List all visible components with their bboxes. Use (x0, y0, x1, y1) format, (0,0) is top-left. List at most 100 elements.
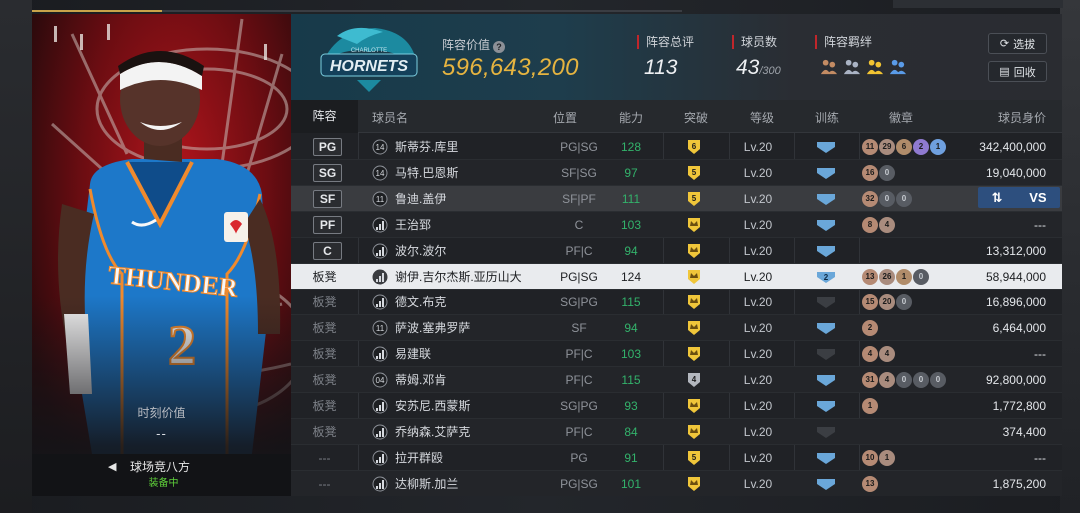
overall-label: 阵容总评 (637, 35, 694, 49)
badge-chip: 4 (879, 346, 895, 363)
training-icon[interactable] (815, 244, 837, 258)
training-icon[interactable] (815, 451, 837, 465)
slot-label: --- (318, 476, 331, 491)
badge-chip: 4 (862, 346, 878, 363)
badge-chip: 15 (862, 294, 878, 311)
training-icon[interactable] (815, 140, 837, 154)
help-icon[interactable]: ? (493, 41, 506, 53)
col-breakthrough[interactable]: 突破 (684, 109, 708, 126)
player-ability: 115 (621, 373, 641, 388)
table-row[interactable]: C 波尔.波尔 PF|C 94 Lv.20 13,312,000 (291, 238, 1062, 264)
table-row[interactable]: 板凳 04 蒂姆.邓肯 PF|C 115 4 Lv.20 31 4 0 0 0 92,800,000 (291, 367, 1062, 394)
top-right-button[interactable] (893, 0, 1063, 8)
table-row[interactable]: 板凳 安苏尼.西蒙斯 SG|PG 93 Lv.20 1 1,772,800 (291, 393, 1062, 419)
team-logo: HORNETS CHARLOTTE (320, 27, 418, 92)
table-row[interactable]: 板凳 11 萨波.塞弗罗萨 SF 94 Lv.20 2 6,464,000 (291, 315, 1062, 342)
badge-chip: 2 (862, 320, 878, 337)
table-row[interactable]: 板凳 德文.布克 SG|PG 115 Lv.20 15 20 0 16,896,000 (291, 289, 1062, 316)
training-icon[interactable]: 2 (815, 270, 837, 284)
badge-list[interactable]: 10 1 (862, 449, 896, 466)
breakthrough-shield-icon: 5 (688, 165, 700, 180)
col-training[interactable]: 训练 (815, 109, 839, 126)
table-row[interactable]: --- 拉开群殴 PG 91 5 Lv.20 10 1 --- (291, 445, 1062, 471)
col-badges[interactable]: 徽章 (889, 109, 913, 126)
vs-label: VS (1029, 190, 1047, 205)
bond-icon-bronze[interactable] (819, 57, 838, 76)
table-row[interactable]: 板凳 谢伊.吉尔杰斯.亚历山大 PG|SG 124 Lv.20 2 13 26 1 0 58,944… (291, 263, 1062, 290)
jersey-number-badge: 14 (372, 165, 388, 181)
player-card[interactable]: THUNDER 2 时刻价值 -- ◀ 球场竞八方 装备中 (32, 14, 291, 496)
table-row[interactable]: 板凳 乔纳森.艾萨克 PF|C 84 Lv.20 374,400 (291, 418, 1062, 445)
badge-chip: 31 (862, 372, 878, 389)
bond-icon-silver[interactable] (842, 57, 861, 76)
tab-5[interactable] (552, 0, 682, 12)
bond-icon-gold[interactable] (865, 57, 884, 76)
breakthrough-level: 5 (692, 168, 697, 177)
table-row[interactable]: SG 14 马特.巴恩斯 SF|SG 97 5 Lv.20 16 0 19,040,000 (291, 159, 1062, 186)
lineup-value-label-text: 阵容价值 (442, 38, 491, 52)
badge-chip: 2 (913, 139, 929, 155)
recycle-button[interactable]: ▤ 回收 (988, 61, 1047, 82)
game-screen: THUNDER 2 时刻价值 -- ◀ 球场竞八方 装备中 HORNETS CH… (0, 0, 1080, 513)
training-icon[interactable] (815, 166, 837, 180)
tab-lineup[interactable] (32, 0, 162, 12)
jersey-number: 11 (376, 195, 385, 204)
col-lineup[interactable]: 阵容 (291, 100, 358, 133)
badge-list[interactable]: 84 (862, 216, 896, 233)
badge-chip: 8 (862, 216, 878, 233)
badge-chip: 0 (930, 372, 946, 389)
player-name: 拉开群殴 (395, 450, 444, 465)
compare-vs-button[interactable]: ⇅ VS (978, 187, 1060, 208)
badge-chip: 0 (879, 164, 895, 181)
player-price: 6,464,000 (992, 321, 1046, 336)
badge-chip: 10 (862, 449, 878, 466)
badge-list[interactable]: 32 0 0 (862, 190, 913, 207)
table-row[interactable]: 板凳 易建联 PF|C 103 Lv.20 4 4 --- (291, 341, 1062, 368)
player-name: 谢伊.吉尔杰斯.亚历山大 (395, 269, 522, 284)
col-price[interactable]: 球员身价 (998, 109, 1046, 126)
training-icon[interactable] (815, 347, 837, 361)
tab-4[interactable] (422, 0, 552, 12)
badge-list[interactable]: 15 20 0 (862, 294, 913, 311)
slot-badge: PG (313, 138, 342, 156)
prev-arrow-icon[interactable]: ◀ (108, 460, 116, 473)
training-icon[interactable] (815, 192, 837, 206)
player-position: PF|C (565, 373, 593, 388)
crown-icon (688, 217, 700, 232)
recycle-button-label: 回收 (1013, 66, 1036, 79)
badge-list[interactable]: 2 (862, 320, 879, 337)
table-row[interactable]: PG 14 斯蒂芬.库里 PG|SG 128 6 Lv.20 11 29 6 2 1 342,400,0… (291, 134, 1062, 160)
badge-list[interactable]: 13 26 1 0 (862, 268, 930, 285)
table-row[interactable]: PF 王治郅 C 103 Lv.20 8 4 --- (291, 211, 1062, 238)
col-name[interactable]: 球员名 (372, 109, 408, 126)
select-button[interactable]: ⟳ 选拔 (988, 33, 1047, 54)
training-icon[interactable] (815, 373, 837, 387)
badge-list[interactable]: 1 (862, 398, 879, 414)
col-ability[interactable]: 能力 (619, 109, 643, 126)
bond-icon-blue[interactable] (888, 57, 907, 76)
badge-list[interactable]: 11 29 6 2 1 (862, 139, 947, 155)
training-icon[interactable] (815, 399, 837, 413)
tab-2[interactable] (162, 0, 292, 12)
training-icon[interactable] (815, 218, 837, 232)
table-row[interactable]: --- 达柳斯.加兰 PG|SG 101 Lv.20 13 1,875,200 (291, 470, 1062, 496)
card-skin-name[interactable]: 球场竞八方 (130, 458, 190, 475)
player-name: 斯蒂芬.库里 (395, 140, 459, 154)
bond-icons[interactable] (819, 57, 907, 76)
table-row[interactable]: SF 11 鲁迪.盖伊 SF|PF 111 5 Lv.20 32000 (291, 185, 1062, 212)
badge-list[interactable]: 13 (862, 475, 879, 492)
training-icon[interactable] (815, 477, 837, 491)
slot-badge: SG (313, 163, 342, 182)
slot-badge: SF (313, 189, 342, 208)
badge-list[interactable]: 31 4 0 0 0 (862, 372, 947, 389)
player-name: 波尔.波尔 (395, 243, 447, 258)
tab-3[interactable] (292, 0, 422, 12)
training-icon[interactable] (815, 321, 837, 335)
badge-list[interactable]: 16 0 (862, 164, 896, 181)
col-level[interactable]: 等级 (750, 109, 774, 126)
badge-list[interactable]: 44 (862, 346, 896, 363)
overall-value: 113 (644, 56, 678, 79)
col-position[interactable]: 位置 (553, 109, 577, 126)
training-icon[interactable] (815, 425, 837, 439)
training-icon[interactable] (815, 295, 837, 309)
